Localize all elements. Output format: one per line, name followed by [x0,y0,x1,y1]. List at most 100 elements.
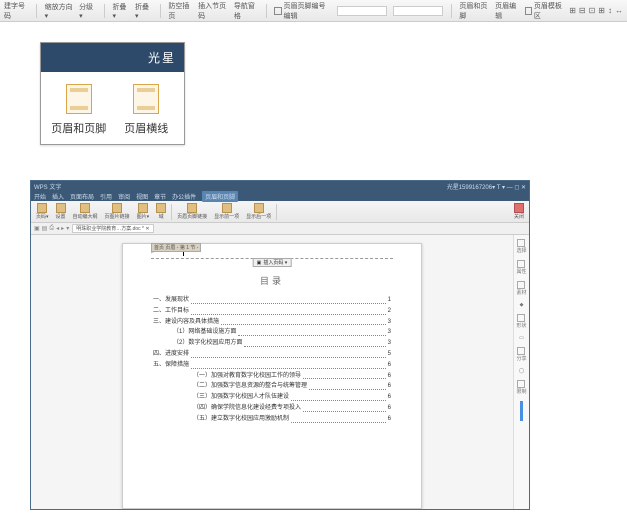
rb-item[interactable]: 分级 ▾ [79,2,96,20]
tb-close[interactable]: 关闭 [512,202,526,221]
tb-page-link[interactable]: 页图片链接 [103,202,132,221]
sb-props[interactable]: 属性 [516,260,526,275]
menu-tab[interactable]: 开始 [34,192,46,201]
tb-field[interactable]: 域 [154,202,168,221]
prev-icon [222,203,232,213]
tb-page-number[interactable]: 页码▾ [34,202,51,221]
toc-row: 一、发展现状1 [153,295,391,306]
quick-access: ▣ ▤ ⎙ ◂ ▸ ▾ [34,225,69,232]
toc-row: （三）加强数字化校园人才队伍建设6 [153,392,391,403]
menu-tab[interactable]: 审阅 [118,192,130,201]
menu-tab[interactable]: 页面布局 [70,192,94,201]
header-footer-button[interactable]: 页眉和页脚 [45,80,113,140]
menu-tab[interactable]: 引用 [100,192,112,201]
qat-btn[interactable]: ⎙ [49,225,54,232]
doc-tab[interactable]: 明珠职业学院教育…方案.doc * ✕ [72,224,153,233]
mini-icon[interactable]: ↔ [615,6,623,15]
mini-icons: ⊞ ⊟ ⊡ ⊞ ↕ ↔ [569,6,623,15]
header-footer-panel: 光星 页眉和页脚 页眉横线 [40,42,185,145]
wps-window: WPS 文字 光星1599167206▾ T ▾ — ◻ ✕ 开始 插入 页面布… [30,180,530,510]
header-line-icon [133,84,159,114]
toc-row: （一）加强对教育数字化校园工作的领导6 [153,371,391,382]
toc-row: （2）数字化校园应用方面3 [153,338,391,349]
header-tag[interactable]: 首页 页眉 - 第 1 节 - [151,243,201,252]
sb-limit[interactable]: 限制 [516,380,526,395]
close-icon [514,203,524,213]
checkbox[interactable] [274,7,281,15]
document-area[interactable]: ⌐ 首页 页眉 - 第 1 节 - ▣ 插入页码 ▾ 目录 一、发展现状1二、工… [31,235,513,509]
header-footer-icon [66,84,92,114]
page-number-icon [37,203,47,213]
rb-item[interactable]: 折叠 ▾ [112,2,129,20]
rb-item[interactable]: 导航窗格 [234,1,258,21]
menu-tab[interactable]: 办公插件 [172,192,196,201]
tb-prev[interactable]: 显示前一项 [212,202,241,221]
checkbox[interactable] [525,7,532,15]
field-icon [156,203,166,213]
sb-item[interactable]: ◆ [520,302,524,308]
sb-item[interactable]: ▭ [519,335,524,341]
header-line-button[interactable]: 页眉横线 [113,80,181,140]
sb-select[interactable]: 选择 [516,239,526,254]
toc-row: （1）网络基础设施方面3 [153,327,391,338]
mini-icon[interactable]: ⊟ [579,6,586,15]
qat-btn[interactable]: ▸ [61,225,64,232]
rb-item[interactable]: 建字号码 [4,1,28,21]
rb-item[interactable]: 页眉和页脚 [459,1,489,21]
rb-item[interactable]: 折叠 ▾ [135,2,152,20]
rb-item[interactable]: 页眉编辑 [495,1,519,21]
hf-link-icon [187,203,197,213]
toc-row: 四、进度安排5 [153,349,391,360]
titlebar: WPS 文字 光星1599167206▾ T ▾ — ◻ ✕ [31,181,529,191]
rb-item[interactable]: 缩放方向 ▾ [45,2,73,20]
titlebar-right[interactable]: 光星1599167206▾ T ▾ — ◻ ✕ [447,182,526,191]
toc-title: 目录 [153,274,391,287]
toc-row: 三、建设内容及具体措施3 [153,317,391,328]
menubar: 开始 插入 页面布局 引用 审阅 视图 章节 办公插件 页眉和页脚 [31,191,529,201]
toc-row: （二）加强数字信息资源的整合与统筹管理6 [153,381,391,392]
mini-icon[interactable]: ⊞ [598,6,605,15]
qat-btn[interactable]: ▤ [42,225,48,232]
sb-shape[interactable]: 形状 [516,314,526,329]
rb-item[interactable]: 插入节页码 [198,1,228,21]
outline-icon [80,203,90,213]
next-icon [254,203,264,213]
sb-share[interactable]: 分享 [516,347,526,362]
sb-material[interactable]: 素材 [516,281,526,296]
tb-image[interactable]: 图片▾ [135,202,152,221]
mini-icon[interactable]: ⊡ [589,6,596,15]
menu-tab[interactable]: 视图 [136,192,148,201]
page: ⌐ 首页 页眉 - 第 1 节 - ▣ 插入页码 ▾ 目录 一、发展现状1二、工… [122,243,422,509]
field-input[interactable] [393,6,443,16]
rb-item[interactable]: 防空插页 [168,1,192,21]
insert-page-number[interactable]: ▣ 插入页码 ▾ [253,258,292,267]
image-icon [138,203,148,213]
mini-icon[interactable]: ↕ [608,6,612,15]
tb-next[interactable]: 显示后一项 [244,202,273,221]
pgnum-icon: ▣ [257,260,262,266]
right-sidebar: 选择 属性 素材 ◆ 形状 ▭ 分享 ◯ 限制 [513,235,529,509]
toolbar: 页码▾ 设置 自动编大纲 页图片链接 图片▾ 域 页眉页脚链接 显示前一项 显示… [31,201,529,223]
top-ribbon: 建字号码 缩放方向 ▾ 分级 ▾ 折叠 ▾ 折叠 ▾ 防空插页 插入节页码 导航… [0,0,627,22]
tb-settings[interactable]: 设置 [54,202,68,221]
menu-tab[interactable]: 插入 [52,192,64,201]
app-brand: WPS 文字 [34,182,61,191]
menu-tab-active[interactable]: 页眉和页脚 [202,191,238,202]
toc-row: 二、工作目标2 [153,306,391,317]
settings-icon [56,203,66,213]
menu-tab[interactable]: 章节 [154,192,166,201]
doc-tabbar: ▣ ▤ ⎙ ◂ ▸ ▾ 明珠职业学院教育…方案.doc * ✕ [31,223,529,235]
toc-row: （五）建立数字化校园应用激励机制6 [153,414,391,425]
tb-hf-link[interactable]: 页眉页脚链接 [175,202,209,221]
field-input[interactable] [337,6,387,16]
link-icon [112,203,122,213]
qat-btn[interactable]: ▾ [66,225,69,232]
sb-item[interactable]: ◯ [519,368,525,374]
tb-auto-outline[interactable]: 自动编大纲 [71,202,100,221]
mini-icon[interactable]: ⊞ [569,6,576,15]
qat-btn[interactable]: ◂ [56,225,59,232]
qat-btn[interactable]: ▣ [34,225,40,232]
toc-row: （四）确保学院信息化建设经费专项投入6 [153,403,391,414]
panel-title: 光星 [41,43,184,72]
sidebar-accent [520,401,523,421]
